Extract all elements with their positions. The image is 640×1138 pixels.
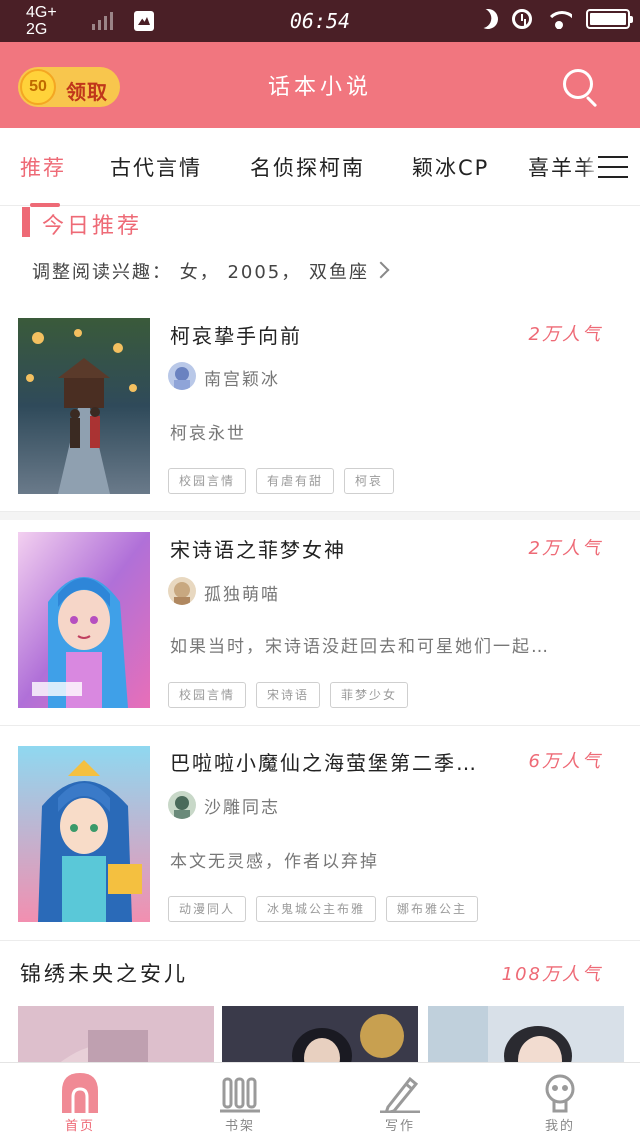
- book-card[interactable]: 柯哀挚手向前 2万人气 南宫颖冰 柯哀永世 校园言情 有虐有甜 柯哀: [0, 300, 640, 512]
- book-tags: 校园言情 宋诗语 菲梦少女: [168, 682, 409, 708]
- book-description: 如果当时，宋诗语没赶回去和可星她们一起…: [170, 637, 550, 657]
- book-card[interactable]: 宋诗语之菲梦女神 2万人气 孤独萌喵 如果当时，宋诗语没赶回去和可星她们一起… …: [0, 520, 640, 726]
- book-tag[interactable]: 有虐有甜: [256, 468, 335, 494]
- pen-icon: [380, 1073, 420, 1116]
- author-avatar[interactable]: [168, 577, 196, 605]
- bottom-navigation: 首页 书架 写作 我的: [0, 1062, 640, 1138]
- book-description: 本文无灵感，作者以弃掉: [170, 852, 379, 872]
- book-tag[interactable]: 菲梦少女: [330, 682, 409, 708]
- wifi-icon: [546, 9, 572, 29]
- tab-ancient-romance[interactable]: 古代言情: [110, 152, 202, 182]
- book-tag[interactable]: 校园言情: [168, 468, 247, 494]
- section-title-today: 今日推荐: [42, 214, 143, 239]
- nav-write-label: 写作: [384, 1119, 415, 1134]
- popularity-count: 2万人气: [528, 538, 602, 559]
- menu-icon[interactable]: [598, 156, 628, 180]
- book-tag[interactable]: 宋诗语: [256, 682, 321, 708]
- profile-icon: [540, 1073, 580, 1113]
- book-cover[interactable]: [18, 746, 150, 922]
- home-icon: [60, 1073, 100, 1113]
- author-avatar[interactable]: [168, 362, 196, 390]
- book-tags: 动漫同人 冰鬼城公主布雅 娜布雅公主: [168, 896, 479, 922]
- author-name[interactable]: 南宫颖冰: [204, 365, 280, 390]
- category-tabs: 推荐 古代言情 名侦探柯南 颖冰CP 喜羊羊: [0, 128, 640, 206]
- author-name[interactable]: 孤独萌喵: [204, 580, 280, 605]
- author-name[interactable]: 沙雕同志: [204, 793, 280, 818]
- book-title[interactable]: 柯哀挚手向前: [170, 320, 510, 349]
- book-description: 柯哀永世: [170, 424, 246, 444]
- book-tags: 校园言情 有虐有甜 柯哀: [168, 468, 395, 494]
- featured-image[interactable]: [222, 1006, 418, 1064]
- bookshelf-icon: [220, 1073, 260, 1113]
- book-cover[interactable]: [18, 532, 150, 708]
- book-card[interactable]: 巴啦啦小魔仙之海萤堡第二季… 6万人气 沙雕同志 本文无灵感，作者以弃掉 动漫同…: [0, 727, 640, 941]
- popularity-count: 2万人气: [528, 324, 602, 345]
- book-cover[interactable]: [18, 318, 150, 494]
- app-header: 50 领取 话本小说: [0, 42, 640, 128]
- status-bar: 4G+ 2G 06:54: [0, 0, 640, 42]
- author-avatar[interactable]: [168, 791, 196, 819]
- featured-popularity: 108万人气: [501, 964, 602, 985]
- search-icon[interactable]: [560, 66, 604, 110]
- featured-image[interactable]: [18, 1006, 214, 1064]
- section-marker: [30, 203, 60, 207]
- chevron-right-icon: [372, 261, 390, 279]
- featured-image[interactable]: [428, 1006, 624, 1064]
- book-title[interactable]: 巴啦啦小魔仙之海萤堡第二季…: [170, 747, 510, 776]
- book-title[interactable]: 宋诗语之菲梦女神: [170, 534, 510, 563]
- battery-icon: [586, 9, 633, 29]
- tab-yingbing-cp[interactable]: 颖冰CP: [412, 152, 489, 182]
- nav-home-label: 首页: [64, 1119, 95, 1134]
- card-divider: [0, 512, 640, 520]
- app-title: 话本小说: [267, 75, 372, 100]
- nav-profile[interactable]: 我的: [480, 1063, 640, 1138]
- book-tag[interactable]: 动漫同人: [168, 896, 247, 922]
- book-tag[interactable]: 校园言情: [168, 682, 247, 708]
- featured-title[interactable]: 锦绣未央之安儿: [20, 958, 188, 988]
- nav-profile-label: 我的: [544, 1119, 575, 1134]
- popularity-count: 6万人气: [528, 751, 602, 772]
- book-tag[interactable]: 娜布雅公主: [386, 896, 479, 922]
- nav-write[interactable]: 写作: [320, 1063, 480, 1138]
- nav-home[interactable]: 首页: [0, 1063, 160, 1138]
- book-tag[interactable]: 冰鬼城公主布雅: [256, 896, 377, 922]
- alarm-icon: [512, 9, 532, 29]
- nav-bookshelf[interactable]: 书架: [160, 1063, 320, 1138]
- section-marker-bar: [22, 207, 30, 237]
- tab-recommend[interactable]: 推荐: [20, 152, 66, 182]
- nav-bookshelf-label: 书架: [224, 1119, 255, 1134]
- interest-text: 调整阅读兴趣： 女， 2005， 双鱼座: [32, 262, 369, 283]
- book-tag[interactable]: 柯哀: [344, 468, 395, 494]
- tab-detective-conan[interactable]: 名侦探柯南: [250, 152, 365, 182]
- do-not-disturb-icon: [475, 6, 501, 32]
- adjust-interest-link[interactable]: 调整阅读兴趣： 女， 2005， 双鱼座: [32, 258, 390, 284]
